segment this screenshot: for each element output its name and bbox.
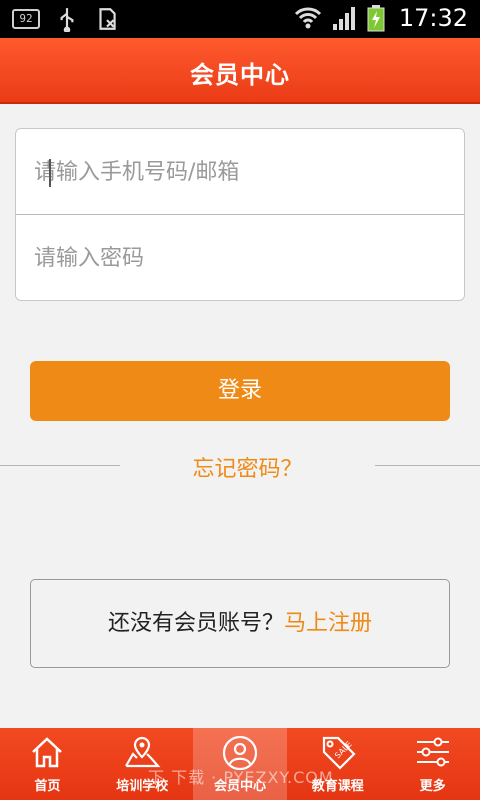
nav-label-more: 更多 <box>419 779 446 794</box>
forgot-password-link[interactable]: 忘记密码？ <box>120 451 375 483</box>
usb-icon <box>60 8 74 32</box>
nav-label-courses: 教育课程 <box>311 779 364 794</box>
sale-tag-icon: SALE <box>322 736 356 770</box>
school-map-icon <box>125 736 161 768</box>
member-icon <box>222 735 258 771</box>
sim-icon <box>99 8 116 30</box>
login-form <box>15 128 465 301</box>
status-bar: 92 17:32 <box>0 0 480 38</box>
register-question: 还没有会员账号？ <box>107 611 284 636</box>
register-prompt: 还没有会员账号？马上注册 <box>30 579 450 668</box>
nav-label-home: 首页 <box>34 779 61 794</box>
password-input[interactable] <box>34 215 446 301</box>
forgot-divider-right <box>375 465 480 466</box>
battery-charging-icon <box>367 5 385 32</box>
signal-icon <box>332 7 355 30</box>
title-bar: 会员中心 <box>0 38 480 104</box>
settings-sliders-icon <box>416 737 449 767</box>
forgot-divider-left <box>0 465 120 466</box>
nav-item-member[interactable]: 会员中心 <box>192 728 288 800</box>
status-right: 17:32 <box>293 4 468 32</box>
nav-label-school: 培训学校 <box>116 779 169 794</box>
password-field <box>16 215 464 301</box>
status-left: 92 <box>12 6 120 32</box>
nav-item-courses[interactable]: SALE 教育课程 <box>290 728 385 800</box>
nav-item-home[interactable]: 首页 <box>0 728 95 800</box>
wifi-icon <box>294 7 321 29</box>
nav-item-more[interactable]: 更多 <box>385 728 480 800</box>
clock-time: 17:32 <box>398 4 468 32</box>
bottom-nav: 首页 培训学校 会员中心 SALE 教育课程 更多 <box>0 728 480 800</box>
text-cursor <box>49 159 51 187</box>
home-icon <box>32 737 63 768</box>
login-button[interactable]: 登录 <box>30 361 450 421</box>
nav-label-member: 会员中心 <box>213 779 266 794</box>
phone-email-field <box>16 129 464 215</box>
phone-email-input[interactable] <box>34 129 446 215</box>
register-link[interactable]: 马上注册 <box>284 611 372 636</box>
nav-item-school[interactable]: 培训学校 <box>95 728 190 800</box>
page-title: 会员中心 <box>190 61 290 89</box>
notification-badge-icon: 92 <box>12 9 40 29</box>
